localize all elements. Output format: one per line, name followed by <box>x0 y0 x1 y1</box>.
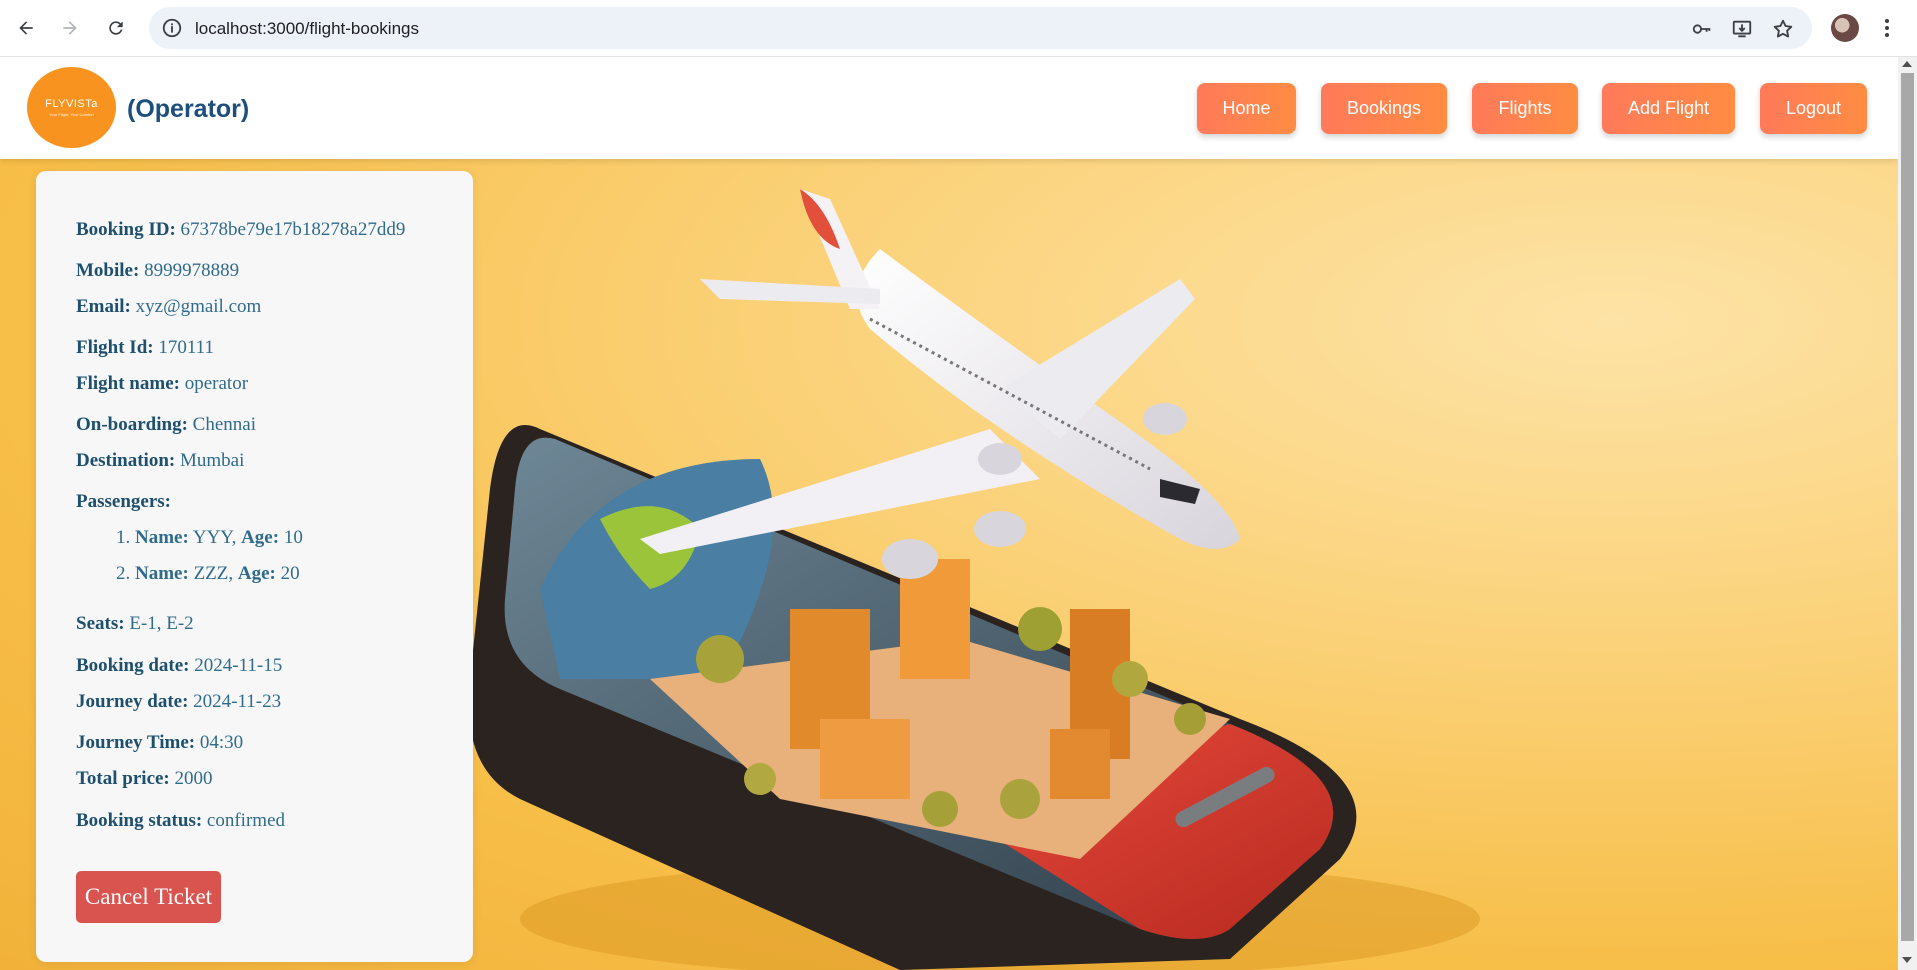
booking-status-label: Booking status: <box>76 810 203 831</box>
booking-card: Booking ID: 67378be79e17b18278a27dd9 Mob… <box>36 171 473 962</box>
total-price-row: Total price: 2000 <box>76 768 213 790</box>
passenger-name-label: Name: <box>135 563 189 584</box>
total-price-label: Total price: <box>76 768 170 789</box>
email-row: Email: xyz@gmail.com <box>76 296 261 318</box>
seats-value: E-1, E-2 <box>129 613 194 634</box>
cancel-ticket-button[interactable]: Cancel Ticket <box>76 871 221 923</box>
bookmark-star-icon[interactable] <box>1770 16 1796 42</box>
install-app-icon[interactable] <box>1729 16 1755 42</box>
url-text[interactable]: localhost:3000/flight-bookings <box>195 19 419 39</box>
passenger-number: 1. <box>116 527 131 548</box>
nav-flights-button[interactable]: Flights <box>1472 83 1578 134</box>
mobile-value: 8999978889 <box>144 260 240 281</box>
passenger-item: 2. Name: ZZZ, Age: 20 <box>116 563 300 585</box>
destination-row: Destination: Mumbai <box>76 450 244 472</box>
flight-id-value: 170111 <box>158 337 214 358</box>
flight-name-label: Flight name: <box>76 373 180 394</box>
onboarding-label: On-boarding: <box>76 414 188 435</box>
journey-date-label: Journey date: <box>76 691 189 712</box>
flight-id-label: Flight Id: <box>76 337 154 358</box>
browser-menu-icon[interactable] <box>1879 14 1895 42</box>
forward-icon[interactable] <box>55 13 85 43</box>
mobile-row: Mobile: 8999978889 <box>76 260 239 282</box>
brand-logo[interactable]: FLYVISTa Your Flight, Your Comfort <box>27 67 116 148</box>
seats-label: Seats: <box>76 613 125 634</box>
total-price-value: 2000 <box>174 768 213 789</box>
booking-id-label: Booking ID: <box>76 219 176 240</box>
password-key-icon[interactable] <box>1689 16 1715 42</box>
site-info-icon[interactable] <box>161 17 183 39</box>
passengers-heading: Passengers: <box>76 491 171 513</box>
page-viewport: FLYVISTa Your Flight, Your Comfort (Oper… <box>0 57 1898 970</box>
passenger-name: YYY, <box>192 527 237 548</box>
page-scrollbar[interactable] <box>1898 57 1917 970</box>
passenger-age-label: Age: <box>237 563 276 584</box>
passengers-label: Passengers: <box>76 491 171 512</box>
journey-time-label: Journey Time: <box>76 732 196 753</box>
page-title: (Operator) <box>127 95 250 123</box>
nav-add-flight-button[interactable]: Add Flight <box>1602 83 1735 134</box>
flight-name-value: operator <box>184 373 249 394</box>
booking-date-value: 2024-11-15 <box>194 655 283 676</box>
profile-avatar[interactable] <box>1831 14 1859 42</box>
email-label: Email: <box>76 296 131 317</box>
logo-tagline: Your Flight, Your Comfort <box>49 112 94 117</box>
email-value: xyz@gmail.com <box>135 296 262 317</box>
flight-id-row: Flight Id: 170111 <box>76 337 214 359</box>
booking-status-value: confirmed <box>206 810 285 831</box>
booking-id-row: Booking ID: 67378be79e17b18278a27dd9 <box>76 219 405 241</box>
nav-home-button[interactable]: Home <box>1197 83 1296 134</box>
booking-status-row: Booking status: confirmed <box>76 810 285 832</box>
booking-date-label: Booking date: <box>76 655 190 676</box>
scroll-down-icon[interactable] <box>1902 957 1912 963</box>
journey-date-value: 2024-11-23 <box>193 691 282 712</box>
scrollbar-thumb[interactable] <box>1901 73 1914 941</box>
journey-time-value: 04:30 <box>199 732 244 753</box>
nav-bookings-button[interactable]: Bookings <box>1321 83 1447 134</box>
flight-name-row: Flight name: operator <box>76 373 248 395</box>
address-bar[interactable]: localhost:3000/flight-bookings <box>149 7 1812 49</box>
destination-value: Mumbai <box>179 450 245 471</box>
passenger-name-label: Name: <box>135 527 189 548</box>
mobile-label: Mobile: <box>76 260 140 281</box>
journey-time-row: Journey Time: 04:30 <box>76 732 243 754</box>
booking-id-value: 67378be79e17b18278a27dd9 <box>180 219 406 240</box>
logo-text: FLYVISTa <box>45 98 98 110</box>
app-header: FLYVISTa Your Flight, Your Comfort (Oper… <box>0 57 1898 159</box>
booking-date-row: Booking date: 2024-11-15 <box>76 655 282 677</box>
journey-date-row: Journey date: 2024-11-23 <box>76 691 281 713</box>
passenger-age: 10 <box>283 527 303 548</box>
passenger-age: 20 <box>280 563 300 584</box>
back-icon[interactable] <box>11 13 41 43</box>
passenger-age-label: Age: <box>241 527 280 548</box>
nav-logout-button[interactable]: Logout <box>1760 83 1867 134</box>
scroll-up-icon[interactable] <box>1902 61 1912 67</box>
reload-icon[interactable] <box>101 13 131 43</box>
browser-toolbar: localhost:3000/flight-bookings <box>0 0 1917 57</box>
onboarding-value: Chennai <box>192 414 256 435</box>
onboarding-row: On-boarding: Chennai <box>76 414 256 436</box>
seats-row: Seats: E-1, E-2 <box>76 613 194 635</box>
passenger-item: 1. Name: YYY, Age: 10 <box>116 527 303 549</box>
passenger-name: ZZZ, <box>193 563 234 584</box>
passenger-number: 2. <box>116 563 131 584</box>
destination-label: Destination: <box>76 450 176 471</box>
